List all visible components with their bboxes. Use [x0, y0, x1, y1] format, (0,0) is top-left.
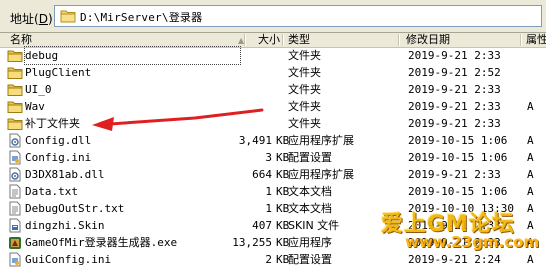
file-attributes [527, 47, 542, 64]
folder-icon [7, 50, 23, 62]
file-type: 文本文档 [288, 185, 332, 198]
file-row[interactable]: 补丁文件夹 文件夹 2019-9-21 2:33 [0, 115, 546, 132]
column-size[interactable]: 大小 [250, 33, 280, 47]
dll-icon [9, 167, 21, 182]
file-type: 配置设置 [288, 151, 332, 164]
txt-icon [9, 201, 21, 216]
file-size [228, 98, 272, 115]
file-attributes [527, 64, 542, 81]
file-modified: 2019-9-21 2:33 [408, 100, 501, 113]
file-type: 文件夹 [288, 66, 321, 79]
file-attributes [527, 115, 542, 132]
folder-icon [7, 118, 23, 130]
file-modified: 2019-9-21 2:33 [408, 49, 501, 62]
file-size: 3 [265, 151, 272, 164]
address-path: D:\MirServer\登录器 [80, 11, 203, 24]
folder-icon [7, 101, 23, 113]
watermark-url: www.23gm.com [405, 233, 540, 251]
file-name[interactable]: dingzhi.Skin [25, 217, 240, 234]
file-type: 文件夹 [288, 49, 321, 62]
file-attributes: A [527, 168, 534, 181]
file-attributes: A [527, 100, 534, 113]
file-size [228, 115, 272, 132]
file-row[interactable]: Data.txt 1 KB 文本文档 2019-10-15 1:06 A [0, 183, 546, 200]
column-header: 名称 ▲ 大小 类型 修改日期 属性 [0, 33, 546, 48]
file-name[interactable]: PlugClient [25, 64, 240, 81]
file-row[interactable]: Config.dll 3,491 KB 应用程序扩展 2019-10-15 1:06 A [0, 132, 546, 149]
file-type: 应用程序扩展 [288, 168, 354, 181]
file-modified: 2019-10-15 1:06 [408, 151, 508, 164]
column-attributes[interactable]: 属性 [526, 33, 546, 47]
address-bar: 地址(D) D:\MirServer\登录器 [0, 0, 546, 33]
file-name[interactable]: Wav [25, 98, 240, 115]
file-row[interactable]: Config.ini 3 KB 配置设置 2019-10-15 1:06 A [0, 149, 546, 166]
address-input[interactable]: D:\MirServer\登录器 [54, 5, 542, 27]
file-size: 13,255 [232, 236, 272, 249]
file-row[interactable]: UI_0 文件夹 2019-9-21 2:33 [0, 81, 546, 98]
file-name[interactable]: Config.dll [25, 132, 240, 149]
file-modified: 2019-9-21 2:24 [408, 253, 501, 266]
file-name[interactable]: DebugOutStr.txt [25, 200, 240, 217]
file-size [228, 64, 272, 81]
file-row[interactable]: debug 文件夹 2019-9-21 2:33 [0, 46, 546, 65]
file-modified: 2019-10-15 1:06 [408, 134, 508, 147]
column-modified[interactable]: 修改日期 [406, 33, 516, 47]
file-size [228, 81, 272, 98]
file-name[interactable]: GameOfMir登录器生成器.exe [25, 234, 240, 251]
file-name[interactable]: debug [24, 46, 241, 65]
file-attributes: A [527, 134, 534, 147]
file-name[interactable]: GuiConfig.ini [25, 251, 240, 268]
file-row[interactable]: D3DX81ab.dll 664 KB 应用程序扩展 2019-9-21 2:33 A [0, 166, 546, 183]
file-size: 3,491 [238, 134, 272, 147]
ini-icon [9, 252, 21, 267]
file-type: 文件夹 [288, 117, 321, 130]
file-modified: 2019-9-21 2:33 [408, 83, 501, 96]
file-attributes: A [527, 151, 534, 164]
file-name[interactable]: 补丁文件夹 [25, 115, 240, 132]
file-row[interactable]: Wav 文件夹 2019-9-21 2:33 A [0, 98, 546, 115]
file-modified: 2019-9-21 2:33 [408, 117, 501, 130]
file-size [228, 47, 272, 64]
file-type: 配置设置 [288, 253, 332, 266]
file-attributes: A [527, 202, 534, 215]
column-name[interactable]: 名称 [10, 33, 238, 47]
dll-icon [9, 133, 21, 148]
folder-icon [7, 84, 23, 96]
file-name[interactable]: Data.txt [25, 183, 240, 200]
exe-icon [9, 237, 21, 249]
column-type[interactable]: 类型 [288, 33, 388, 47]
file-modified: 2019-9-21 2:52 [408, 66, 501, 79]
file-attributes [527, 81, 542, 98]
file-attributes: A [527, 185, 534, 198]
file-type: 文件夹 [288, 100, 321, 113]
file-attributes: A [527, 219, 534, 232]
skin-icon [9, 218, 21, 233]
file-name[interactable]: UI_0 [25, 81, 240, 98]
file-name[interactable]: D3DX81ab.dll [25, 166, 240, 183]
file-modified: 2019-10-15 1:06 [408, 185, 508, 198]
file-size: 664 [252, 168, 272, 181]
file-attributes: A [527, 253, 534, 266]
file-row[interactable]: PlugClient 文件夹 2019-9-21 2:52 [0, 64, 546, 81]
file-size: 2 [265, 253, 272, 266]
file-row[interactable]: GuiConfig.ini 2 KB 配置设置 2019-9-21 2:24 A [0, 251, 546, 268]
file-name[interactable]: Config.ini [25, 149, 240, 166]
file-modified: 2019-9-21 2:33 [408, 168, 501, 181]
file-size: 1 [265, 185, 272, 198]
file-type: 应用程序扩展 [288, 134, 354, 147]
file-size: 407 [252, 219, 272, 232]
file-size: 1 [265, 202, 272, 215]
address-label: 地址(D) [10, 12, 53, 26]
file-type: 文件夹 [288, 83, 321, 96]
folder-icon [7, 67, 23, 79]
ini-icon [9, 150, 21, 165]
txt-icon [9, 184, 21, 199]
folder-icon [60, 10, 76, 23]
